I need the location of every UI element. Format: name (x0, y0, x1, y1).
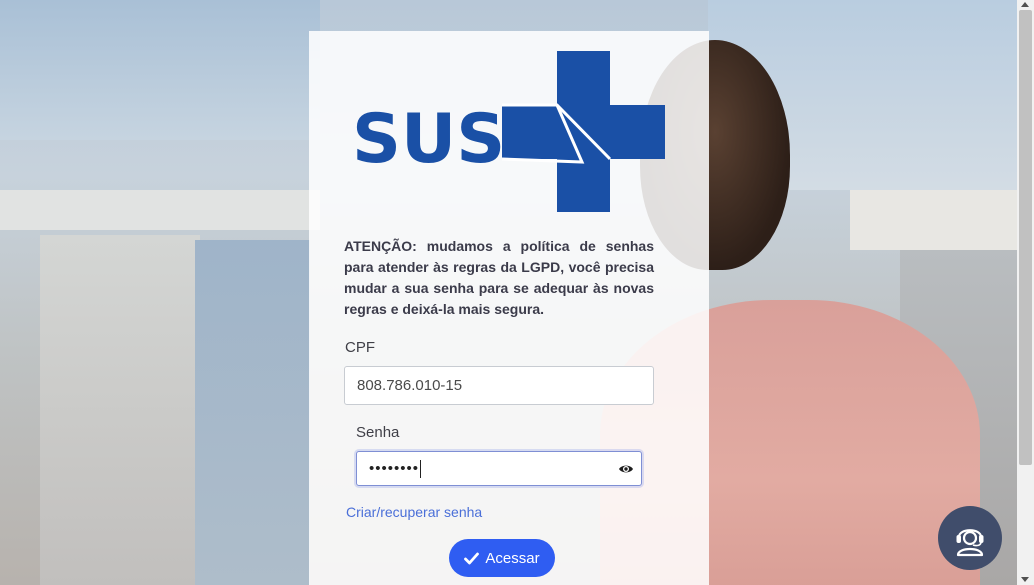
password-value: •••••••• (369, 460, 420, 477)
svg-text:SUS: SUS (352, 100, 505, 179)
senha-label: Senha (356, 424, 400, 441)
scrollbar-thumb[interactable] (1019, 10, 1032, 465)
eye-icon[interactable] (618, 461, 634, 475)
help-chat-button[interactable] (938, 506, 1002, 570)
cpf-input[interactable]: 808.786.010-15 (344, 366, 654, 405)
recover-password-link[interactable]: Criar/recuperar senha (346, 504, 482, 520)
text-caret (420, 459, 422, 478)
submit-button-label: Acessar (485, 549, 540, 567)
support-agent-icon (956, 529, 984, 557)
scroll-down-arrow-icon[interactable] (1021, 577, 1029, 582)
submit-button[interactable]: Acessar (449, 539, 555, 577)
sus-logo: SUS (352, 50, 667, 215)
scroll-up-arrow-icon[interactable] (1021, 2, 1029, 7)
password-input[interactable]: •••••••• (356, 451, 642, 486)
cpf-label: CPF (345, 339, 375, 356)
password-policy-warning: ATENÇÃO: mudamos a política de senhas pa… (344, 238, 654, 317)
check-icon (464, 552, 480, 564)
